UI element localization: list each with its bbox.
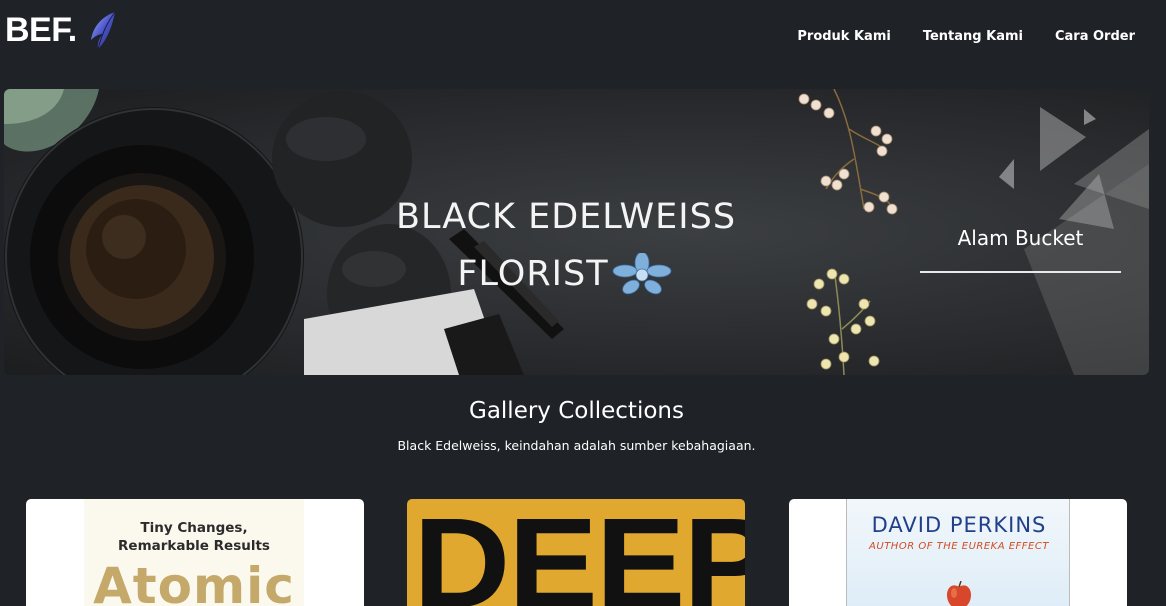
book-cover-subtitle-line-1: Tiny Changes,: [140, 520, 248, 536]
gallery-card-david-perkins[interactable]: DAVID PERKINS AUTHOR OF THE EUREKA EFFEC…: [789, 499, 1127, 606]
book-cover-title: DEEP: [413, 499, 745, 606]
hero-cta-alam-bucket[interactable]: Alam Bucket: [920, 226, 1121, 250]
gallery-subtitle: Black Edelweiss, keindahan adalah sumber…: [397, 438, 756, 453]
nav-link-tentang-kami[interactable]: Tentang Kami: [923, 29, 1023, 44]
book-cover-tagline-prefix: AUTHOR OF: [869, 541, 937, 552]
book-cover-david-perkins: DAVID PERKINS AUTHOR OF THE EUREKA EFFEC…: [846, 499, 1070, 606]
navbar: BEF. Produk Kami Tentang Kami Cara Order: [0, 0, 1166, 70]
book-cover-subtitle: Tiny Changes, Remarkable Results: [84, 519, 304, 555]
brand-logo[interactable]: BEF.: [5, 10, 119, 50]
gallery-card-atomic[interactable]: Tiny Changes, Remarkable Results Atomic: [26, 499, 364, 606]
hero-title-line-2: FLORIST: [360, 246, 772, 303]
hero-title-florist: FLORIST: [457, 254, 609, 294]
book-cover-author: DAVID PERKINS: [871, 513, 1047, 537]
hero-title: BLACK EDELWEISS FLORIST: [360, 189, 772, 303]
nav-link-cara-order[interactable]: Cara Order: [1055, 29, 1135, 44]
nav-link-produk-kami[interactable]: Produk Kami: [797, 29, 890, 44]
book-cover-subtitle-line-2: Remarkable Results: [118, 538, 270, 554]
hero-banner: BLACK EDELWEISS FLORIST Alam Bucket: [4, 89, 1149, 375]
book-cover-atomic: Tiny Changes, Remarkable Results Atomic: [84, 499, 304, 606]
book-cover-title: Atomic: [93, 557, 295, 606]
book-cover-tagline-title: THE EUREKA EFFECT: [936, 541, 1049, 552]
apple-icon: [947, 581, 971, 606]
butterfly-wing-icon: [90, 11, 116, 50]
nav-links: Produk Kami Tentang Kami Cara Order: [797, 29, 1135, 44]
hero-cta-underline: [920, 271, 1121, 273]
gallery-card-deep[interactable]: DEEP: [407, 499, 745, 606]
blue-flower-icon: [612, 253, 671, 295]
gallery-title: Gallery Collections: [469, 398, 684, 424]
hero-title-line-1: BLACK EDELWEISS: [395, 197, 737, 237]
book-cover-tagline: AUTHOR OF THE EUREKA EFFECT: [847, 541, 1071, 552]
brand-text: BEF.: [5, 10, 77, 49]
